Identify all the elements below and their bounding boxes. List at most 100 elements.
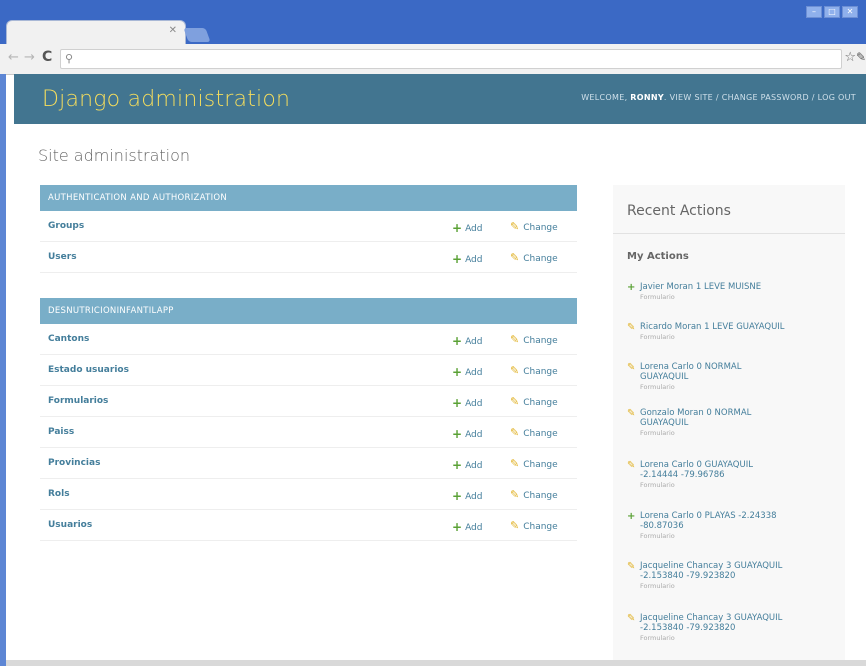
model-link[interactable]: Groups	[48, 221, 84, 231]
pencil-icon: ✎	[627, 322, 636, 333]
module-row-usuarios: Usuarios + Add ✎ Change	[40, 510, 577, 541]
change-link[interactable]: ✎ Change	[510, 364, 558, 377]
welcome-text: WELCOME,	[581, 93, 628, 102]
module-row-cantons: Cantons + Add ✎ Change	[40, 324, 577, 355]
pencil-icon: ✎	[510, 333, 520, 346]
action-item: ✎ Gonzalo Moran 0 NORMAL GUAYAQUIL Formul…	[627, 408, 841, 438]
model-link[interactable]: Usuarios	[48, 520, 92, 530]
add-label: Add	[465, 337, 483, 347]
module-desnutricion: DESNUTRICIONINFANTILAPP Cantons + Add ✎ Ch…	[40, 298, 577, 541]
plus-icon: +	[627, 511, 636, 522]
change-label: Change	[523, 460, 558, 470]
minimize-icon[interactable]: –	[806, 6, 822, 18]
log-out-link[interactable]: LOG OUT	[818, 93, 856, 102]
pencil-icon: ✎	[627, 408, 636, 419]
module-row-rols: Rols + Add ✎ Change	[40, 479, 577, 510]
action-line: -2.153840 -79.923820	[640, 623, 736, 633]
action-line: -2.14444 -79.96786	[640, 470, 725, 480]
back-arrow-icon[interactable]: ←	[8, 50, 19, 65]
change-link[interactable]: ✎ Change	[510, 457, 558, 470]
model-link[interactable]: Provincias	[48, 458, 100, 468]
new-tab-button[interactable]	[183, 28, 211, 42]
model-link[interactable]: Cantons	[48, 334, 89, 344]
add-link[interactable]: + Add	[452, 251, 483, 266]
action-link[interactable]: Jacqueline Chancay 3 GUAYAQUIL -2.153840 …	[640, 561, 841, 581]
reload-icon[interactable]: C	[42, 49, 52, 65]
window-controls: – □ ✕	[806, 6, 858, 18]
site-branding[interactable]: Django administration	[42, 87, 290, 112]
module-caption[interactable]: DESNUTRICIONINFANTILAPP	[40, 298, 577, 324]
add-link[interactable]: + Add	[452, 488, 483, 503]
action-line: Jacqueline Chancay 3 GUAYAQUIL	[640, 613, 783, 623]
maximize-icon[interactable]: □	[824, 6, 840, 18]
action-line: Lorena Carlo 0 GUAYAQUIL	[640, 460, 753, 470]
module-row-estado-usuarios: Estado usuarios + Add ✎ Change	[40, 355, 577, 386]
model-link[interactable]: Rols	[48, 489, 70, 499]
action-line: Lorena Carlo 0 PLAYAS -2.24338	[640, 511, 777, 521]
change-link[interactable]: ✎ Change	[510, 395, 558, 408]
view-site-link[interactable]: VIEW SITE	[670, 93, 713, 102]
action-link[interactable]: Gonzalo Moran 0 NORMAL GUAYAQUIL	[640, 408, 841, 428]
star-icon[interactable]: ☆	[844, 50, 856, 65]
model-link[interactable]: Paiss	[48, 427, 74, 437]
add-link[interactable]: + Add	[452, 457, 483, 472]
browser-tab[interactable]: ✕	[6, 20, 186, 45]
change-link[interactable]: ✎ Change	[510, 519, 558, 532]
action-link[interactable]: Ricardo Moran 1 LEVE GUAYAQUIL	[640, 322, 841, 332]
change-link[interactable]: ✎ Change	[510, 426, 558, 439]
action-link[interactable]: Javier Moran 1 LEVE MUISNE	[640, 282, 841, 292]
model-link[interactable]: Estado usuarios	[48, 365, 129, 375]
action-link[interactable]: Jacqueline Chancay 3 GUAYAQUIL -2.153840 …	[640, 613, 841, 633]
plus-icon: +	[452, 458, 463, 472]
forward-arrow-icon[interactable]: →	[24, 50, 35, 65]
action-item: ✎ Ricardo Moran 1 LEVE GUAYAQUIL Formula…	[627, 322, 841, 342]
model-link[interactable]: Users	[48, 252, 77, 262]
add-link[interactable]: + Add	[452, 426, 483, 441]
pencil-icon: ✎	[510, 457, 520, 470]
add-link[interactable]: + Add	[452, 395, 483, 410]
change-link[interactable]: ✎ Change	[510, 220, 558, 233]
action-line: Ricardo Moran 1 LEVE GUAYAQUIL	[640, 322, 785, 332]
address-bar[interactable]: ⚲	[60, 49, 842, 69]
pencil-icon: ✎	[510, 519, 520, 532]
module-row-users: Users + Add ✎ Change	[40, 242, 577, 273]
add-label: Add	[465, 461, 483, 471]
tab-close-icon[interactable]: ✕	[169, 25, 177, 36]
action-link[interactable]: Lorena Carlo 0 NORMAL GUAYAQUIL	[640, 362, 841, 382]
change-link[interactable]: ✎ Change	[510, 488, 558, 501]
recent-actions-title: Recent Actions	[627, 203, 731, 219]
plus-icon: +	[452, 365, 463, 379]
action-line: Javier Moran 1 LEVE MUISNE	[640, 282, 762, 292]
action-line: Lorena Carlo 0 NORMAL	[640, 362, 742, 372]
pencil-icon: ✎	[510, 488, 520, 501]
action-line: -2.153840 -79.923820	[640, 571, 736, 581]
change-link[interactable]: ✎ Change	[510, 333, 558, 346]
change-link[interactable]: ✎ Change	[510, 251, 558, 264]
change-label: Change	[523, 429, 558, 439]
add-link[interactable]: + Add	[452, 220, 483, 235]
add-link[interactable]: + Add	[452, 519, 483, 534]
change-label: Change	[523, 336, 558, 346]
add-link[interactable]: + Add	[452, 333, 483, 348]
action-model: Formulario	[640, 383, 675, 391]
wrench-icon[interactable]: ✎	[856, 50, 866, 64]
change-label: Change	[523, 491, 558, 501]
model-link[interactable]: Formularios	[48, 396, 108, 406]
action-line: -80.87036	[640, 521, 684, 531]
close-window-icon[interactable]: ✕	[842, 6, 858, 18]
action-line: GUAYAQUIL	[640, 372, 689, 382]
action-link[interactable]: Lorena Carlo 0 GUAYAQUIL -2.14444 -79.967…	[640, 460, 841, 480]
module-caption[interactable]: AUTHENTICATION AND AUTHORIZATION	[40, 185, 577, 211]
action-model: Formulario	[640, 532, 675, 540]
action-model: Formulario	[640, 293, 675, 301]
action-link[interactable]: Lorena Carlo 0 PLAYAS -2.24338 -80.87036	[640, 511, 841, 531]
pencil-icon: ✎	[510, 251, 520, 264]
action-item: ✎ Lorena Carlo 0 GUAYAQUIL -2.14444 -79.9…	[627, 460, 841, 490]
add-link[interactable]: + Add	[452, 364, 483, 379]
divider	[613, 233, 845, 234]
action-model: Formulario	[640, 333, 675, 341]
action-model: Formulario	[640, 481, 675, 489]
add-label: Add	[465, 523, 483, 533]
action-line: GUAYAQUIL	[640, 418, 689, 428]
change-password-link[interactable]: CHANGE PASSWORD	[722, 93, 809, 102]
